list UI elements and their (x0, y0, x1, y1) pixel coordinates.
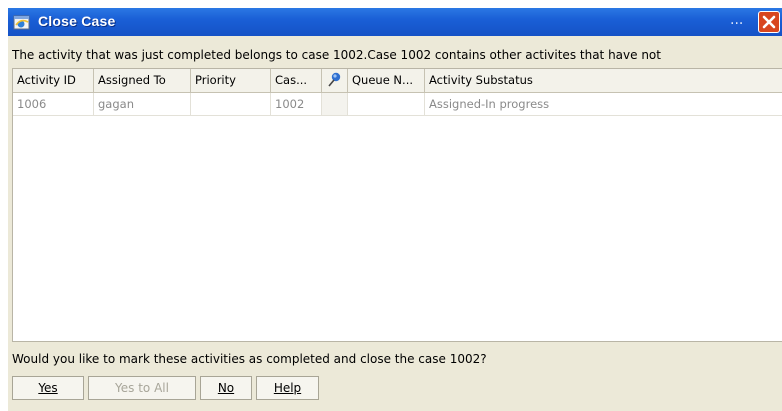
cell-case: 1002 (271, 93, 322, 115)
help-button-label: Help (273, 381, 302, 395)
yes-to-all-button-label: Yes to All (115, 381, 169, 395)
column-header-pin[interactable] (322, 69, 348, 92)
close-button[interactable] (758, 11, 780, 33)
column-header-priority[interactable]: Priority (191, 69, 271, 92)
close-case-dialog: Close Case ... The activity that was jus… (8, 8, 782, 411)
cell-activity-id: 1006 (13, 93, 94, 115)
table-row[interactable]: 1006 gagan 1002 Assigned-In progress (13, 93, 782, 116)
close-icon (762, 15, 776, 29)
window-title: Close Case (38, 13, 116, 29)
column-header-case[interactable]: Cas... (271, 69, 322, 92)
column-header-activity-substatus[interactable]: Activity Substatus (425, 69, 782, 92)
cell-activity-substatus: Assigned-In progress (429, 97, 550, 111)
pin-icon (328, 72, 341, 87)
no-button[interactable]: No (200, 376, 252, 400)
help-button[interactable]: Help (256, 376, 319, 400)
info-message: The activity that was just completed bel… (12, 48, 661, 62)
cell-pin (322, 93, 348, 115)
cell-priority (191, 93, 271, 115)
yes-button[interactable]: Yes (12, 376, 84, 400)
yes-to-all-button[interactable]: Yes to All (88, 376, 196, 400)
column-header-activity-id[interactable]: Activity ID (13, 69, 94, 92)
yes-button-label: Yes (38, 381, 58, 395)
cell-queue (348, 93, 425, 115)
browser-app-icon (13, 15, 30, 30)
cell-assigned-to: gagan (94, 93, 191, 115)
title-overflow-indicator: ... (730, 12, 744, 28)
title-bar: Close Case ... (8, 8, 782, 36)
confirmation-question: Would you like to mark these activities … (12, 352, 487, 366)
column-header-queue[interactable]: Queue N... (348, 69, 425, 92)
no-button-label: No (217, 381, 235, 395)
column-header-assigned-to[interactable]: Assigned To (94, 69, 191, 92)
activities-grid[interactable]: Activity ID Assigned To Priority Cas... … (12, 68, 782, 342)
grid-header: Activity ID Assigned To Priority Cas... … (13, 69, 782, 93)
